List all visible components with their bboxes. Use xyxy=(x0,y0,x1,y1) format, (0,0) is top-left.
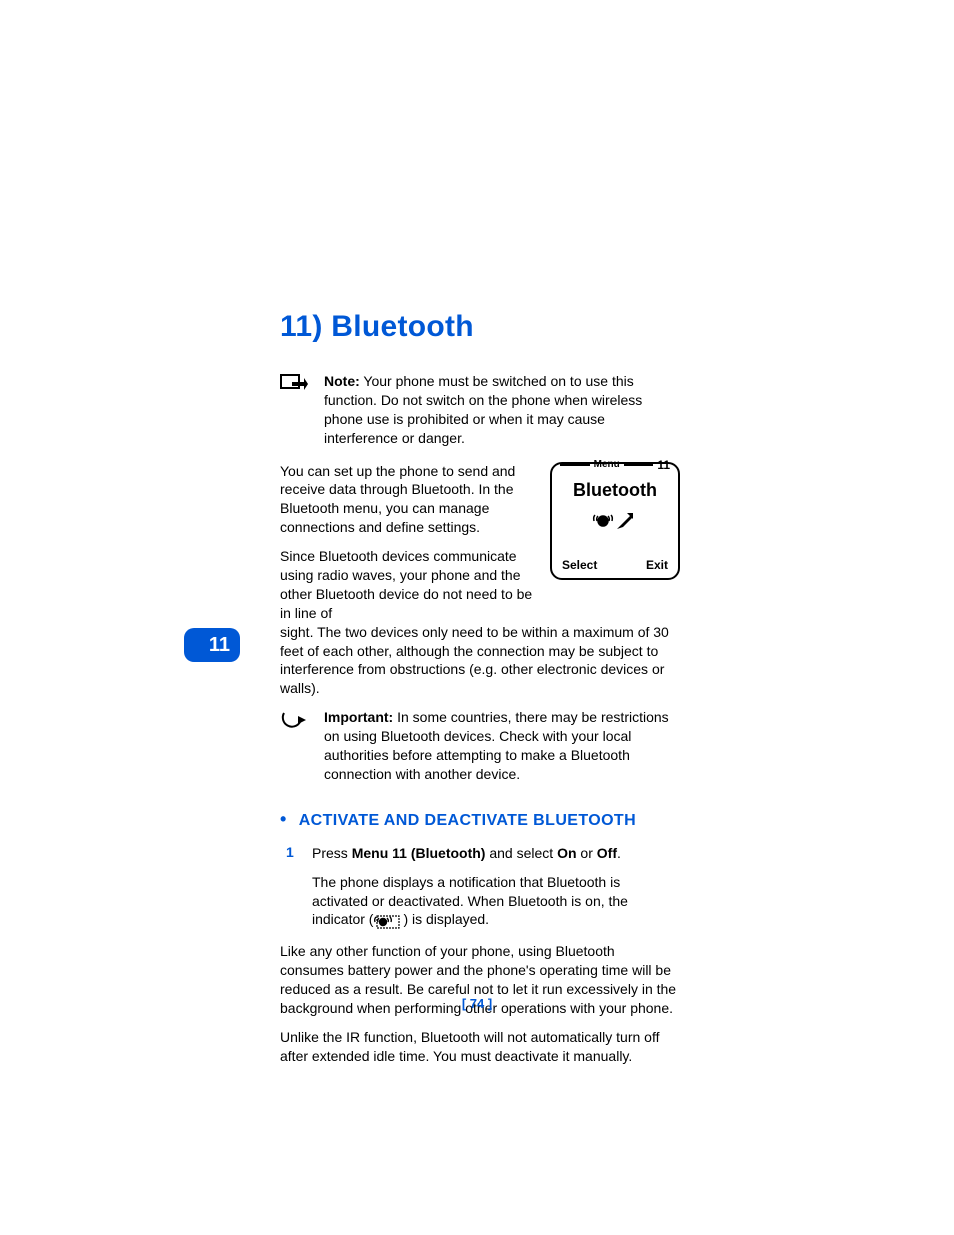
step-subtext: The phone displays a notification that B… xyxy=(312,873,680,931)
step-text: Press Menu 11 (Bluetooth) and select On … xyxy=(312,844,680,863)
intro-paragraph-1: You can set up the phone to send and rec… xyxy=(280,462,536,538)
important-text: Important: In some countries, there may … xyxy=(324,708,680,784)
phone-menu-label: Menu xyxy=(594,459,620,470)
intro-paragraph-3: sight. The two devices only need to be w… xyxy=(280,623,680,699)
step-1: 1 Press Menu 11 (Bluetooth) and select O… xyxy=(286,844,680,863)
chapter-title: 11) Bluetooth xyxy=(280,310,680,344)
important-label: Important: xyxy=(324,709,393,725)
note-icon xyxy=(280,372,308,394)
intro-row: You can set up the phone to send and rec… xyxy=(280,462,680,623)
phone-softkey-left: Select xyxy=(562,558,597,572)
note-text: Note: Your phone must be switched on to … xyxy=(324,372,680,448)
bluetooth-icon xyxy=(560,509,670,533)
phone-softkey-right: Exit xyxy=(646,558,668,572)
phone-screen-title: Bluetooth xyxy=(560,480,670,501)
step-number: 1 xyxy=(286,844,296,863)
section-title: ACTIVATE AND DEACTIVATE BLUETOOTH xyxy=(299,812,636,830)
intro-paragraph-2: Since Bluetooth devices communicate usin… xyxy=(280,547,536,623)
important-icon xyxy=(280,708,308,730)
phone-screen-illustration: Menu 11 Bluetooth xyxy=(550,462,680,580)
page-content: 11) Bluetooth Note: Your phone must be s… xyxy=(280,310,680,1076)
body-paragraph-2: Unlike the IR function, Bluetooth will n… xyxy=(280,1028,680,1066)
chapter-tab-number: 11 xyxy=(209,634,230,657)
chapter-tab: 11 xyxy=(184,628,240,662)
bluetooth-indicator-icon xyxy=(373,911,403,930)
note-callout: Note: Your phone must be switched on to … xyxy=(280,372,680,448)
page-number: [ 74 ] xyxy=(0,996,954,1011)
note-label: Note: xyxy=(324,373,360,389)
section-heading: • ACTIVATE AND DEACTIVATE BLUETOOTH xyxy=(280,810,680,830)
section-bullet: • xyxy=(280,810,287,828)
important-callout: Important: In some countries, there may … xyxy=(280,708,680,784)
note-body: Your phone must be switched on to use th… xyxy=(324,373,642,446)
phone-menu-number: 11 xyxy=(657,458,670,472)
